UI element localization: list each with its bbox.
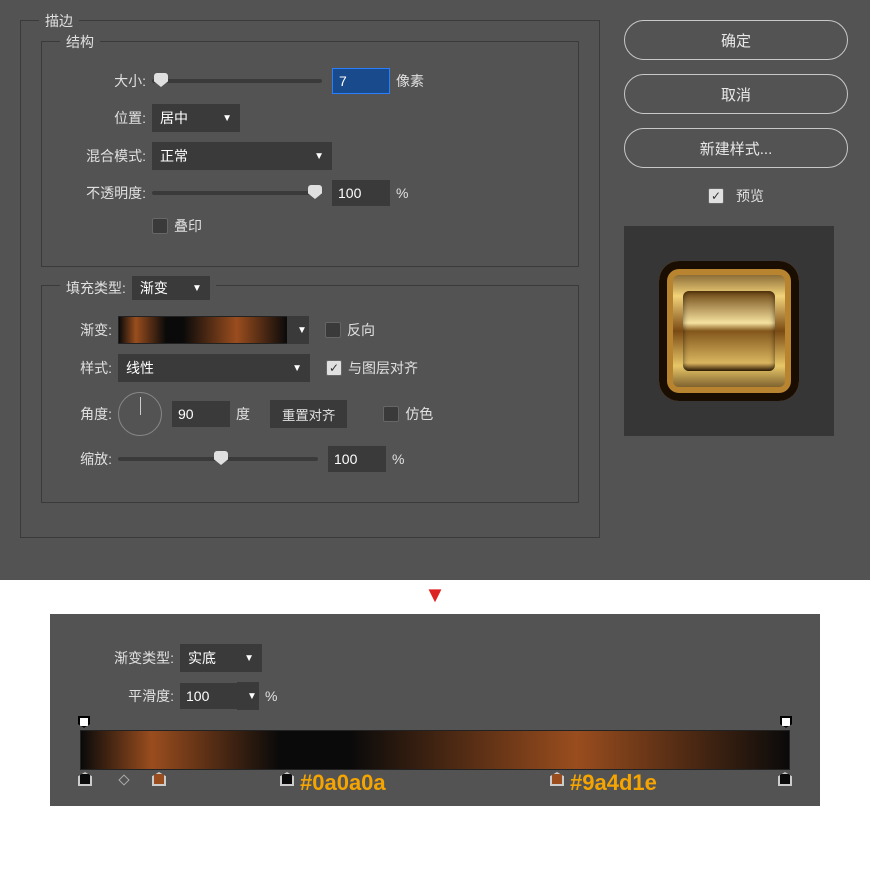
style-label: 样式:	[62, 358, 118, 378]
opacity-stop-right[interactable]	[780, 716, 792, 728]
opacity-unit: %	[396, 185, 408, 201]
chevron-down-icon: ▼	[192, 283, 202, 294]
position-select[interactable]: 居中▼	[152, 104, 240, 132]
cancel-button[interactable]: 取消	[624, 74, 848, 114]
fill-type-select[interactable]: 渐变▼	[132, 276, 210, 300]
fill-title-wrap: 填充类型: 渐变▼	[60, 276, 216, 300]
gradient-label: 渐变:	[62, 320, 118, 340]
position-label: 位置:	[62, 108, 152, 128]
chevron-down-icon: ▼	[292, 363, 302, 374]
chevron-down-icon: ▼	[244, 653, 254, 664]
angle-unit: 度	[236, 404, 250, 424]
opacity-label: 不透明度:	[62, 183, 152, 203]
size-unit: 像素	[396, 71, 424, 91]
align-checkbox[interactable]: ✓	[326, 360, 342, 376]
color-stop-5[interactable]	[778, 772, 792, 786]
opacity-slider[interactable]	[152, 191, 322, 195]
blend-select[interactable]: 正常▼	[152, 142, 332, 170]
reset-align-button[interactable]: 重置对齐	[270, 400, 347, 428]
size-input[interactable]	[332, 68, 390, 94]
gradient-editor-bar[interactable]: #0a0a0a #9a4d1e	[80, 730, 790, 770]
preview-label: 预览	[736, 186, 764, 206]
gold-preview-icon	[659, 261, 799, 401]
smooth-unit: %	[265, 688, 277, 704]
blend-label: 混合模式:	[62, 146, 152, 166]
color-stop-1[interactable]	[78, 772, 92, 786]
style-preview	[624, 226, 834, 436]
stroke-title: 描边	[39, 11, 79, 31]
chevron-down-icon: ▼	[222, 113, 232, 124]
dither-checkbox[interactable]	[383, 406, 399, 422]
preview-checkbox[interactable]: ✓	[708, 188, 724, 204]
gradient-preview[interactable]	[118, 316, 288, 344]
style-select[interactable]: 线性▼	[118, 354, 310, 382]
opacity-input[interactable]	[332, 180, 390, 206]
stroke-fieldset: 描边 结构 大小: 像素 位置: 居中▼	[20, 20, 600, 538]
align-label: 与图层对齐	[348, 358, 418, 378]
chevron-down-icon: ▼	[297, 325, 307, 336]
dither-label: 仿色	[405, 404, 433, 424]
color-stop-4[interactable]	[550, 772, 564, 786]
reverse-label: 反向	[347, 320, 375, 340]
angle-dial[interactable]	[118, 392, 162, 436]
hex-label-2: #9a4d1e	[570, 770, 657, 796]
angle-label: 角度:	[62, 404, 118, 424]
color-stop-3[interactable]	[280, 772, 294, 786]
structure-title: 结构	[60, 32, 100, 52]
new-style-button[interactable]: 新建样式...	[624, 128, 848, 168]
overprint-checkbox[interactable]	[152, 218, 168, 234]
reverse-checkbox[interactable]	[325, 322, 341, 338]
scale-slider[interactable]	[118, 457, 318, 461]
chevron-down-icon: ▼	[314, 151, 324, 162]
scale-label: 缩放:	[62, 449, 118, 469]
color-stop-2[interactable]	[152, 772, 166, 786]
fill-fieldset: 填充类型: 渐变▼ 渐变: ▼ 反向 样式: 线性▼	[41, 285, 579, 503]
scale-input[interactable]	[328, 446, 386, 472]
scale-unit: %	[392, 451, 404, 467]
hex-label-1: #0a0a0a	[300, 770, 386, 796]
grad-type-label: 渐变类型:	[80, 648, 180, 668]
grad-type-select[interactable]: 实底▼	[180, 644, 262, 672]
size-slider[interactable]	[152, 79, 322, 83]
fill-title: 填充类型:	[66, 278, 126, 298]
angle-input[interactable]	[172, 401, 230, 427]
smooth-input[interactable]	[180, 683, 238, 709]
opacity-stop-left[interactable]	[78, 716, 90, 728]
gradient-picker-button[interactable]: ▼	[287, 316, 309, 344]
overprint-label: 叠印	[174, 216, 202, 236]
arrow-down-icon: ▼	[0, 582, 870, 608]
chevron-down-icon: ▼	[247, 691, 257, 702]
smooth-label: 平滑度:	[80, 686, 180, 706]
size-label: 大小:	[62, 71, 152, 91]
ok-button[interactable]: 确定	[624, 20, 848, 60]
smooth-dropdown[interactable]: ▼	[237, 682, 259, 710]
structure-fieldset: 结构 大小: 像素 位置: 居中▼ 混合模式:	[41, 41, 579, 267]
midpoint-1[interactable]	[118, 774, 129, 785]
